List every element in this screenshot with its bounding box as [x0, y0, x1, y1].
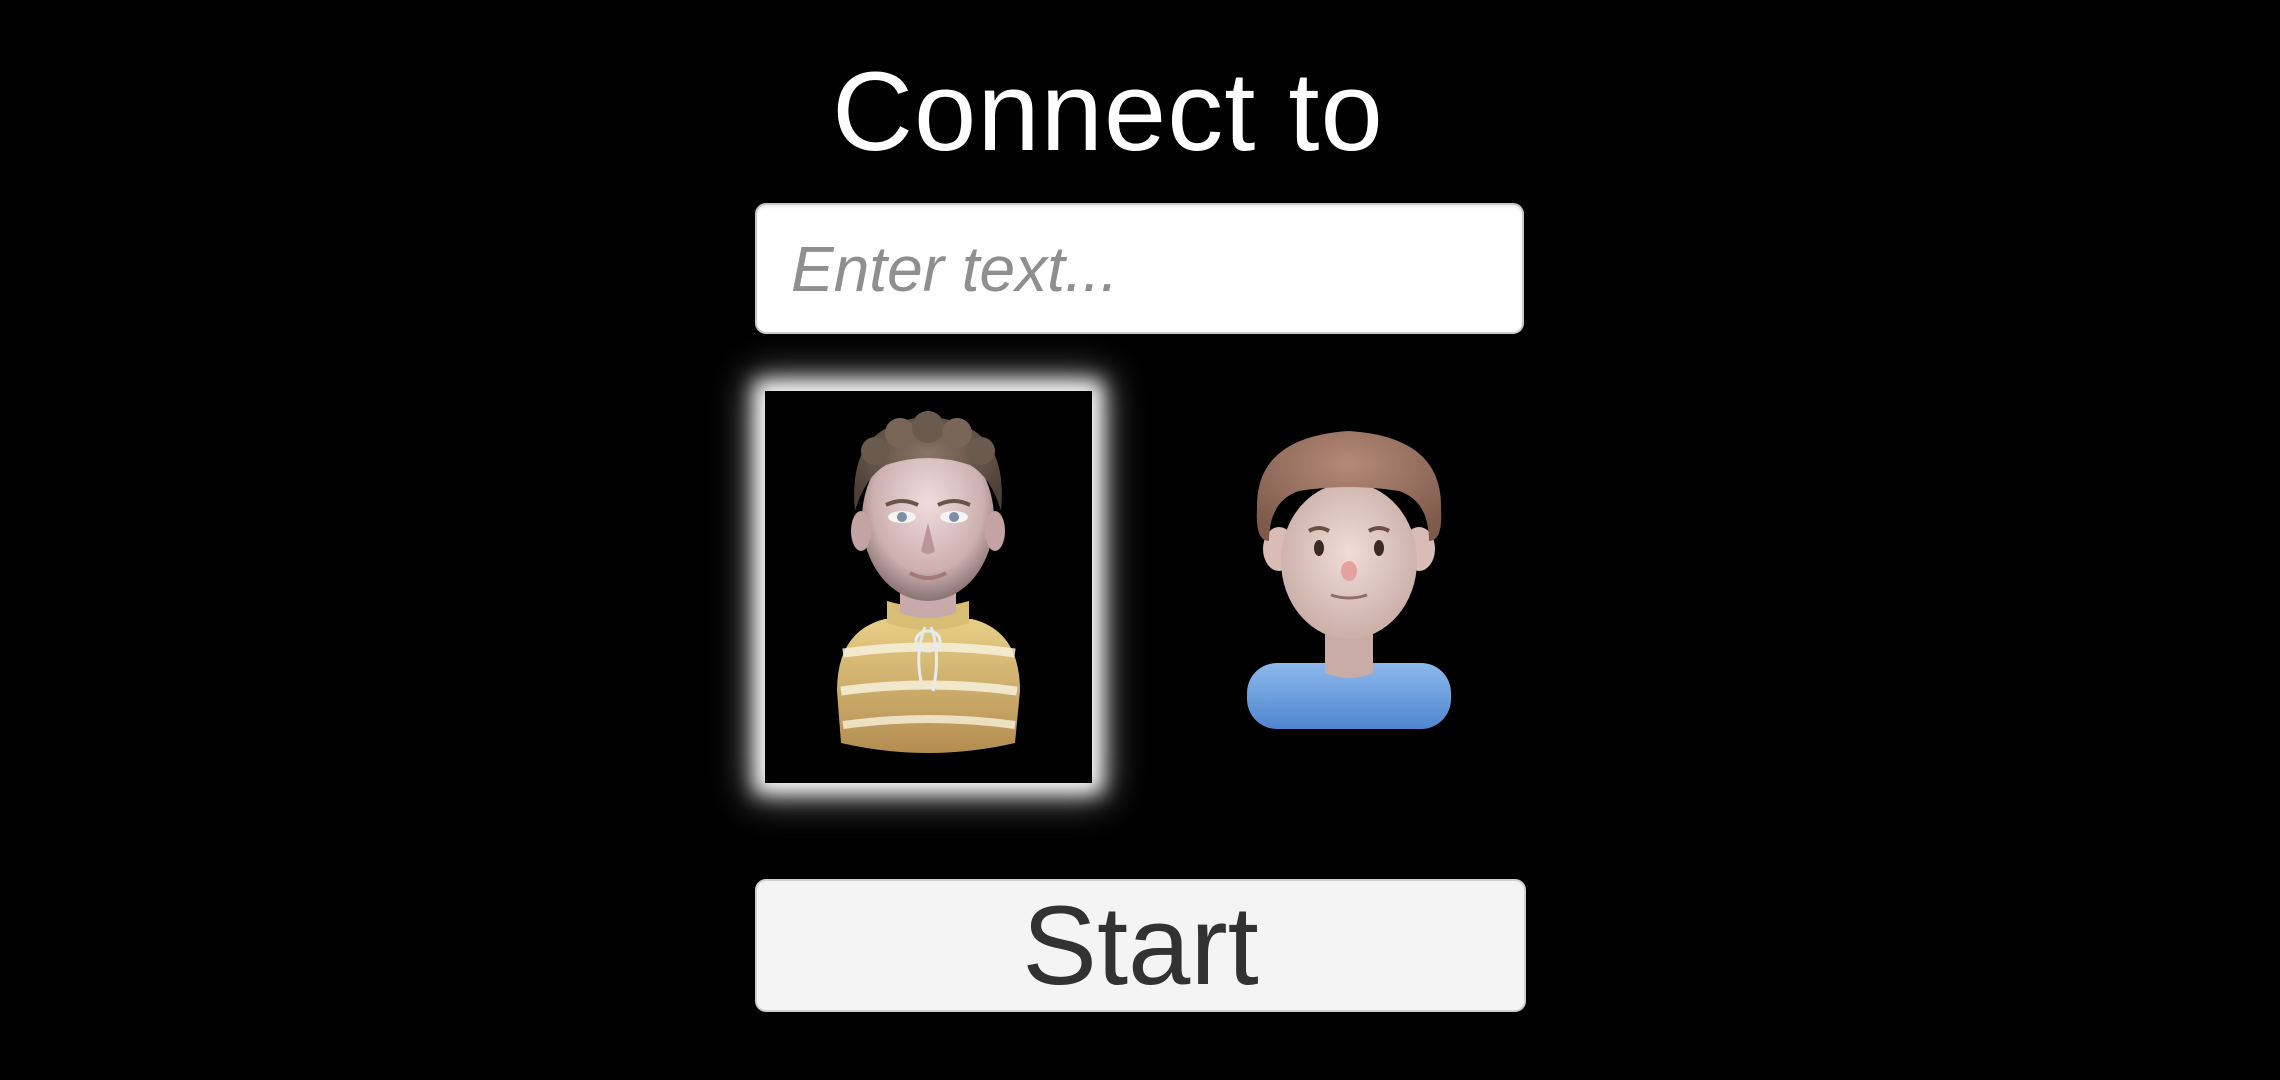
connect-screen: Connect to Enter text... Start: [0, 0, 2280, 1080]
realistic-avatar-image: [837, 411, 1020, 753]
page-title: Connect to: [832, 49, 1384, 174]
server-address-input[interactable]: [755, 203, 1524, 334]
start-button[interactable]: Start: [755, 879, 1526, 1012]
cartoon-avatar-image: [1247, 431, 1451, 729]
avatar-option-cartoon[interactable]: [1185, 391, 1512, 783]
avatar-option-realistic[interactable]: [765, 391, 1092, 783]
